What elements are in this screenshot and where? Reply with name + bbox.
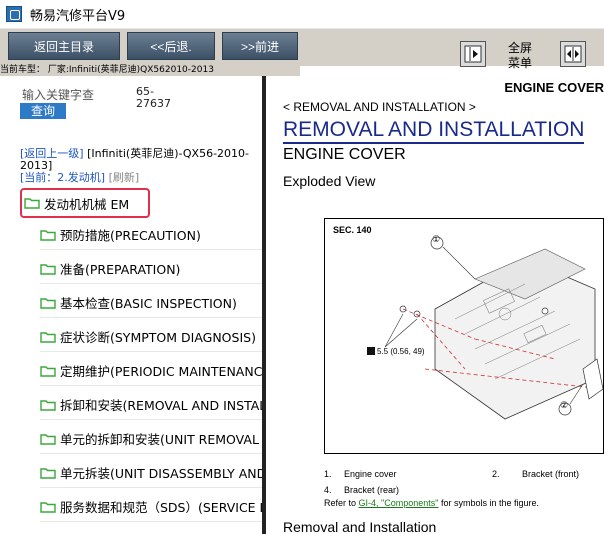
folder-icon xyxy=(40,331,56,343)
torque-spec: 5.5 (0.56, 49) xyxy=(377,347,425,356)
folder-icon xyxy=(40,399,56,411)
search-button[interactable]: 查询 xyxy=(20,103,66,119)
tree-item[interactable]: 基本检查(BASIC INSPECTION) xyxy=(40,288,262,318)
home-button[interactable]: 返回主目录 xyxy=(8,32,120,60)
callout-1: ① xyxy=(432,234,441,244)
tree-item[interactable]: 症状诊断(SYMPTOM DIAGNOSIS) xyxy=(40,322,262,352)
nav-info: [返回上一级] [Infiniti(英菲尼迪)-QX56-2010-2013] … xyxy=(20,148,260,184)
folder-icon xyxy=(40,263,56,275)
tree-item[interactable]: 服务数据和规范（SDS）(SERVICE DATA AND SPECIFICAT… xyxy=(40,492,262,522)
folder-icon xyxy=(24,198,40,209)
tree-item-label: 单元拆装(UNIT DISASSEMBLY AND ASSEMBLY) xyxy=(60,466,262,481)
refresh-link[interactable]: [刷新] xyxy=(109,171,140,184)
tree-item-label: 单元的拆卸和安装(UNIT REMOVAL AND INSTALLATION) xyxy=(60,432,262,447)
legend-num: 2. xyxy=(492,469,500,479)
tree-item-label: 服务数据和规范（SDS）(SERVICE DATA AND SPECIFICAT… xyxy=(60,500,262,515)
app-logo-icon xyxy=(6,6,22,22)
search-input[interactable]: 输入关键字查 xyxy=(22,86,94,103)
callout-2: ② xyxy=(560,400,569,410)
fullscreen-label: 全屏 菜单 xyxy=(507,41,532,70)
figure-section-label: SEC. 140 xyxy=(333,225,372,235)
folder-icon xyxy=(40,501,56,513)
collapse-menu-button[interactable] xyxy=(460,41,486,67)
tree-root-label: 发动机机械 EM xyxy=(44,196,130,212)
tree-item-label: 定期维护(PERIODIC MAINTENANCE) xyxy=(60,364,262,379)
doc-header: ENGINE COVER xyxy=(504,80,604,95)
tree-item[interactable]: 单元拆装(UNIT DISASSEMBLY AND ASSEMBLY) xyxy=(40,458,262,488)
folder-icon xyxy=(40,365,56,377)
fullscreen-button[interactable] xyxy=(560,41,586,67)
legend-num: 1. xyxy=(324,469,332,479)
tree-item[interactable]: 拆卸和安装(REMOVAL AND INSTALLATION) xyxy=(40,390,262,420)
doc-breadcrumb: < REMOVAL AND INSTALLATION > xyxy=(283,100,476,114)
legend-text: Engine cover xyxy=(344,469,397,479)
doc-subheading-removal: Removal and Installation xyxy=(283,519,437,534)
folder-icon xyxy=(40,229,56,241)
tree-item-label: 准备(PREPARATION) xyxy=(60,262,181,277)
window-title: 畅易汽修平台V9 xyxy=(30,8,126,24)
exploded-view-figure: SEC. 140 ① ② 5.5 (0.56, 49) xyxy=(324,218,604,454)
legend-text: Bracket (rear) xyxy=(344,485,400,495)
folder-icon xyxy=(40,297,56,309)
code-number: 65- 27637 xyxy=(136,85,171,110)
tree-item[interactable]: 单元的拆卸和安装(UNIT REMOVAL AND INSTALLATION) xyxy=(40,424,262,454)
tree-item-label: 预防措施(PRECAUTION) xyxy=(60,228,201,243)
document-pane: ENGINE COVER < REMOVAL AND INSTALLATION … xyxy=(266,76,604,534)
split-arrows-icon xyxy=(564,45,582,63)
doc-section-title: REMOVAL AND INSTALLATION xyxy=(283,118,585,144)
title-bar: 畅易汽修平台V9 xyxy=(0,0,604,28)
figure-legend: 1. Engine cover 2. Bracket (front) 4. Br… xyxy=(324,466,604,498)
tree-item[interactable]: 预防措施(PRECAUTION) xyxy=(40,220,262,250)
tree-root-engine-mechanical[interactable]: 发动机机械 EM xyxy=(20,188,150,218)
current-category-link[interactable]: [当前：2.发动机] xyxy=(20,171,105,184)
tree-item[interactable]: 定期维护(PERIODIC MAINTENANCE) xyxy=(40,356,262,386)
tree-item[interactable]: 准备(PREPARATION) xyxy=(40,254,262,284)
doc-topic-title: ENGINE COVER xyxy=(283,146,406,163)
tree-item-label: 症状诊断(SYMPTOM DIAGNOSIS) xyxy=(60,330,256,345)
forward-button[interactable]: >>前进 xyxy=(222,32,298,60)
arrow-right-box-icon xyxy=(464,45,482,63)
legend-num: 4. xyxy=(324,485,332,495)
reference-link[interactable]: GI-4, "Components" xyxy=(359,498,439,508)
toolbar: 返回主目录 <<后退. >>前进 全屏 菜单 xyxy=(0,28,604,70)
folder-icon xyxy=(40,433,56,445)
folder-icon xyxy=(40,467,56,479)
current-model-label: 当前车型： 厂家:Infiniti(英菲尼迪)QX562010-2013 xyxy=(0,64,300,76)
legend-text: Bracket (front) xyxy=(522,469,580,479)
tree-item-label: 基本检查(BASIC INSPECTION) xyxy=(60,296,237,311)
doc-subheading: Exploded View xyxy=(283,173,376,189)
engine-cover-diagram xyxy=(367,236,604,420)
refer-note: Refer to GI-4, "Components" for symbols … xyxy=(324,498,539,508)
tree-item-label: 拆卸和安装(REMOVAL AND INSTALLATION) xyxy=(60,398,262,413)
navigation-pane: 输入关键字查 查询 65- 27637 [返回上一级] [Infiniti(英菲… xyxy=(0,76,262,534)
back-button[interactable]: <<后退. xyxy=(127,32,215,60)
